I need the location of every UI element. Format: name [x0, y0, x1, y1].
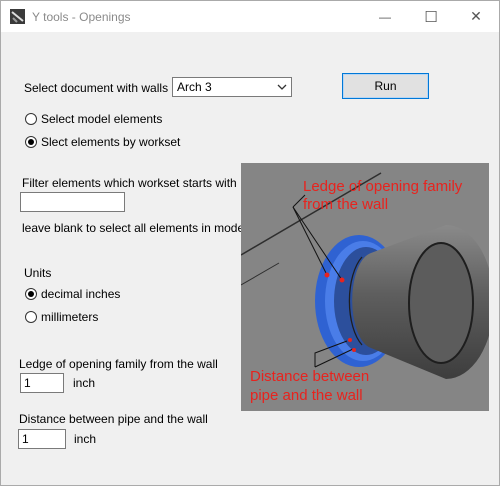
filter-hint: leave blank to select all elements in mo…	[22, 221, 247, 235]
distance-label: Distance between pipe and the wall	[19, 412, 208, 426]
radio-label: Select model elements	[41, 112, 163, 126]
annotation-distance-line1: Distance between	[250, 368, 369, 385]
ledge-input[interactable]	[20, 373, 64, 393]
chevron-down-icon	[277, 84, 287, 90]
run-button-label: Run	[374, 79, 397, 93]
radio-label: decimal inches	[41, 287, 121, 301]
pipe-end-face	[408, 242, 474, 364]
maximize-button[interactable]: ☐	[408, 1, 454, 32]
ledge-unit: inch	[73, 376, 96, 390]
radio-button[interactable]	[25, 288, 37, 300]
annotation-distance-line2: pipe and the wall	[250, 387, 363, 404]
units-label: Units	[24, 266, 52, 280]
document-label: Select document with walls	[24, 81, 169, 95]
close-button[interactable]: ✕	[453, 1, 499, 32]
workset-filter-input[interactable]	[20, 192, 125, 212]
maximize-icon: ☐	[424, 8, 438, 26]
document-select-value: Arch 3	[177, 80, 212, 94]
radio-button[interactable]	[25, 113, 37, 125]
minimize-button[interactable]: —	[362, 1, 408, 32]
pipe-opening-illustration: Ledge of opening family from the wall Di…	[241, 163, 489, 411]
annotation-ledge-line1: Ledge of opening family	[303, 178, 463, 195]
filter-label: Filter elements which workset starts wit…	[22, 176, 237, 190]
radio-select-by-workset[interactable]: Slect elements by workset	[25, 135, 180, 149]
run-button[interactable]: Run	[342, 73, 429, 99]
radio-select-model-elements[interactable]: Select model elements	[25, 112, 162, 126]
distance-unit: inch	[74, 432, 97, 446]
minimize-icon: —	[379, 9, 391, 24]
radio-button[interactable]	[25, 136, 37, 148]
radio-millimeters[interactable]: millimeters	[25, 310, 98, 324]
document-select[interactable]: Arch 3	[172, 77, 292, 97]
close-icon: ✕	[470, 8, 482, 24]
distance-input[interactable]	[18, 429, 66, 449]
window-title: Y tools - Openings	[32, 10, 131, 24]
ledge-label: Ledge of opening family from the wall	[19, 357, 218, 371]
annotation-ledge-line2: from the wall	[303, 196, 388, 213]
app-window: Y tools - Openings — ☐ ✕ Select document…	[0, 0, 500, 486]
app-icon	[10, 9, 25, 24]
title-bar: Y tools - Openings — ☐ ✕	[1, 1, 499, 32]
radio-label: millimeters	[41, 310, 99, 324]
radio-decimal-inches[interactable]: decimal inches	[25, 287, 120, 301]
radio-label: Slect elements by workset	[41, 135, 181, 149]
radio-button[interactable]	[25, 311, 37, 323]
